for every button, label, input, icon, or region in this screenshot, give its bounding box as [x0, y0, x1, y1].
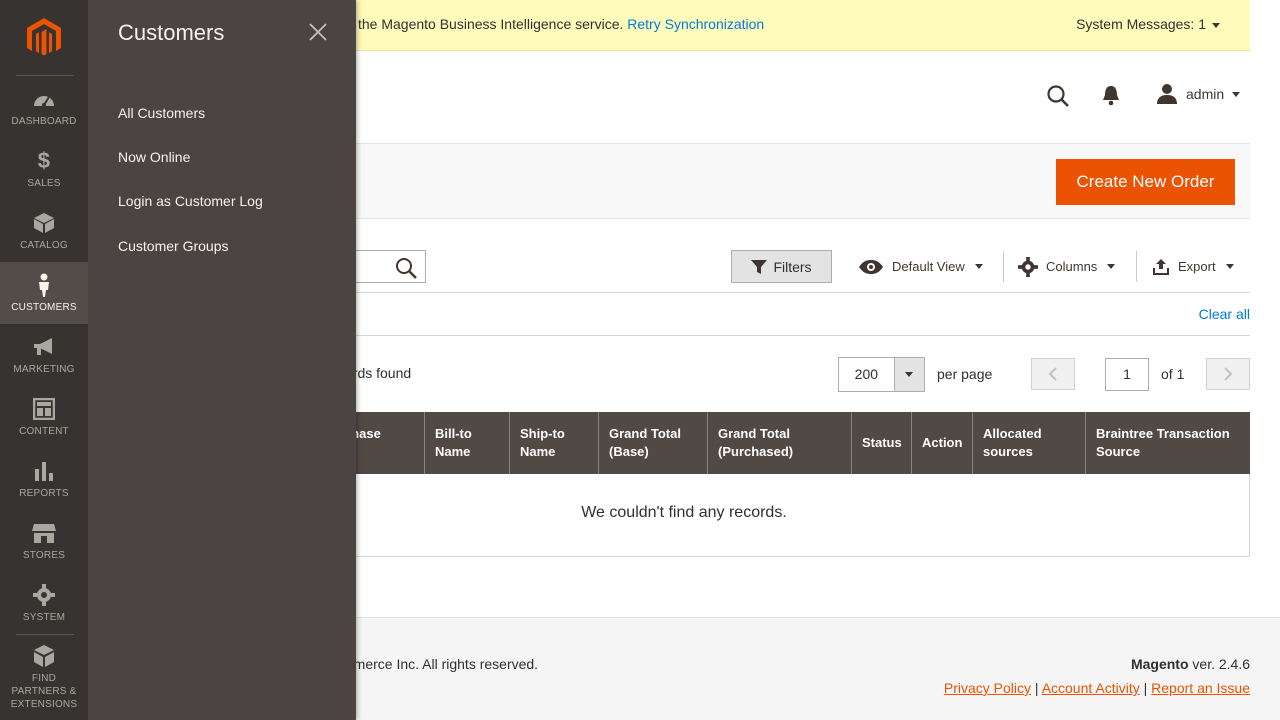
- column-header-braintree-source[interactable]: Braintree Transaction Source: [1085, 412, 1250, 474]
- nav-item-sales[interactable]: $ Sales: [0, 138, 88, 200]
- clear-all-link[interactable]: Clear all: [1199, 306, 1250, 322]
- per-page-value: 200: [854, 366, 879, 382]
- eye-icon: [859, 259, 883, 274]
- report-issue-link[interactable]: Report an Issue: [1151, 680, 1250, 696]
- footer-links: Privacy Policy | Account Activity | Repo…: [943, 680, 1250, 696]
- nav-label: Marketing: [13, 363, 75, 375]
- system-message-text: the Magento Business Intelligence servic…: [358, 16, 624, 32]
- nav-label: Dashboard: [11, 115, 77, 127]
- version-number: ver. 2.4.6: [1188, 656, 1250, 672]
- columns-dropdown[interactable]: Columns: [1018, 250, 1116, 283]
- nav-label: Stores: [22, 549, 66, 561]
- flyout-link-login-as-customer-log[interactable]: Login as Customer Log: [118, 193, 263, 209]
- filters-button[interactable]: Filters: [731, 250, 832, 283]
- user-name: admin: [1186, 86, 1225, 102]
- chevron-down-icon: [1212, 22, 1220, 28]
- cube-icon: [32, 211, 56, 235]
- user-icon: [1157, 84, 1177, 104]
- nav-label: System: [22, 611, 66, 623]
- nav-item-catalog[interactable]: Catalog: [0, 200, 88, 262]
- chevron-down-icon: [1225, 264, 1234, 269]
- nav-label: Sales: [27, 177, 61, 189]
- nav-label: Find Partners & Extensions: [10, 672, 78, 710]
- columns-label: Columns: [1046, 259, 1098, 274]
- chevron-left-icon: [1048, 367, 1057, 381]
- chevron-down-icon: [974, 264, 983, 269]
- export-icon: [1153, 258, 1169, 275]
- nav-label: Content: [19, 425, 69, 437]
- column-header-ship-to-name[interactable]: Ship-to Name: [509, 412, 598, 474]
- view-dropdown[interactable]: Default View: [858, 250, 983, 283]
- nav-label: Customers: [11, 301, 77, 313]
- storefront-icon: [32, 521, 56, 545]
- copyright: mmerce Inc. All rights reserved.: [342, 656, 539, 672]
- search-submit-icon[interactable]: [395, 257, 417, 284]
- nav-label: Catalog: [20, 239, 68, 251]
- nav-item-system[interactable]: System: [0, 572, 88, 634]
- chevron-down-icon: [1107, 264, 1116, 269]
- column-header-grand-total-purchased[interactable]: Grand Total (Purchased): [707, 412, 851, 474]
- flyout-title: Customers: [118, 20, 225, 45]
- column-header-allocated-sources[interactable]: Allocated sources: [972, 412, 1085, 474]
- dollar-icon: $: [37, 147, 51, 173]
- retry-sync-link[interactable]: Retry Synchronization: [627, 16, 764, 32]
- export-label: Export: [1178, 259, 1216, 274]
- magento-logo[interactable]: [0, 0, 88, 76]
- nav-item-marketing[interactable]: Marketing: [0, 324, 88, 386]
- column-header-grand-total-base[interactable]: Grand Total (Base): [598, 412, 707, 474]
- export-dropdown[interactable]: Export: [1152, 250, 1234, 283]
- account-activity-link[interactable]: Account Activity: [1042, 680, 1140, 696]
- customers-flyout-menu: Customers All Customers Now Online Login…: [88, 0, 356, 720]
- filter-icon: [751, 259, 768, 274]
- page-number-input[interactable]: 1: [1105, 358, 1149, 391]
- user-menu[interactable]: admin: [1156, 83, 1241, 105]
- column-header-action: Action: [911, 412, 972, 474]
- bell-icon[interactable]: [1101, 84, 1121, 111]
- prev-page-button[interactable]: [1031, 358, 1075, 390]
- nav-item-stores[interactable]: Stores: [0, 510, 88, 572]
- brand-name: Magento: [1130, 656, 1189, 672]
- nav-item-find-partners[interactable]: Find Partners & Extensions: [0, 640, 88, 714]
- page-total: of 1: [1161, 366, 1185, 382]
- nav-item-dashboard[interactable]: Dashboard: [0, 76, 88, 138]
- nav-divider: [16, 634, 74, 635]
- chevron-down-icon[interactable]: [893, 358, 924, 391]
- megaphone-icon: [32, 335, 56, 359]
- per-page-label: per page: [937, 366, 993, 382]
- gear-icon: [1018, 256, 1038, 277]
- magento-logo-icon: [27, 18, 61, 56]
- chevron-right-icon: [1224, 367, 1233, 381]
- person-icon: [32, 273, 56, 297]
- bar-chart-icon: [32, 459, 56, 483]
- chevron-down-icon: [1232, 91, 1241, 97]
- nav-item-reports[interactable]: Reports: [0, 448, 88, 510]
- column-header-status[interactable]: Status: [851, 412, 911, 474]
- admin-sidebar: Dashboard $ Sales Catalog Customers Mark…: [0, 0, 88, 720]
- nav-label: Reports: [19, 487, 69, 499]
- flyout-link-customer-groups[interactable]: Customer Groups: [118, 238, 228, 254]
- per-page-select[interactable]: 200: [838, 357, 925, 392]
- flyout-link-all-customers[interactable]: All Customers: [118, 105, 205, 121]
- search-icon[interactable]: [1046, 84, 1070, 113]
- view-label: Default View: [892, 259, 965, 274]
- next-page-button[interactable]: [1206, 358, 1250, 390]
- close-icon[interactable]: [308, 22, 328, 42]
- create-new-order-button[interactable]: Create New Order: [1056, 159, 1235, 205]
- gear-icon: [32, 583, 56, 607]
- privacy-policy-link[interactable]: Privacy Policy: [944, 680, 1031, 696]
- version-info: Magento ver. 2.4.6: [1131, 656, 1250, 672]
- column-header-bill-to-name[interactable]: Bill-to Name: [424, 412, 509, 474]
- layout-icon: [32, 397, 56, 421]
- nav-item-content[interactable]: Content: [0, 386, 88, 448]
- toolbar-divider: [1136, 251, 1137, 282]
- toolbar-divider: [1003, 251, 1004, 282]
- system-messages-count: System Messages: 1: [1076, 16, 1206, 32]
- filters-label: Filters: [773, 258, 812, 275]
- nav-item-customers[interactable]: Customers: [0, 262, 88, 324]
- gauge-icon: [32, 87, 56, 111]
- boxes-icon: [32, 644, 56, 668]
- flyout-link-now-online[interactable]: Now Online: [118, 149, 190, 165]
- system-messages-toggle[interactable]: System Messages: 1: [1076, 16, 1220, 32]
